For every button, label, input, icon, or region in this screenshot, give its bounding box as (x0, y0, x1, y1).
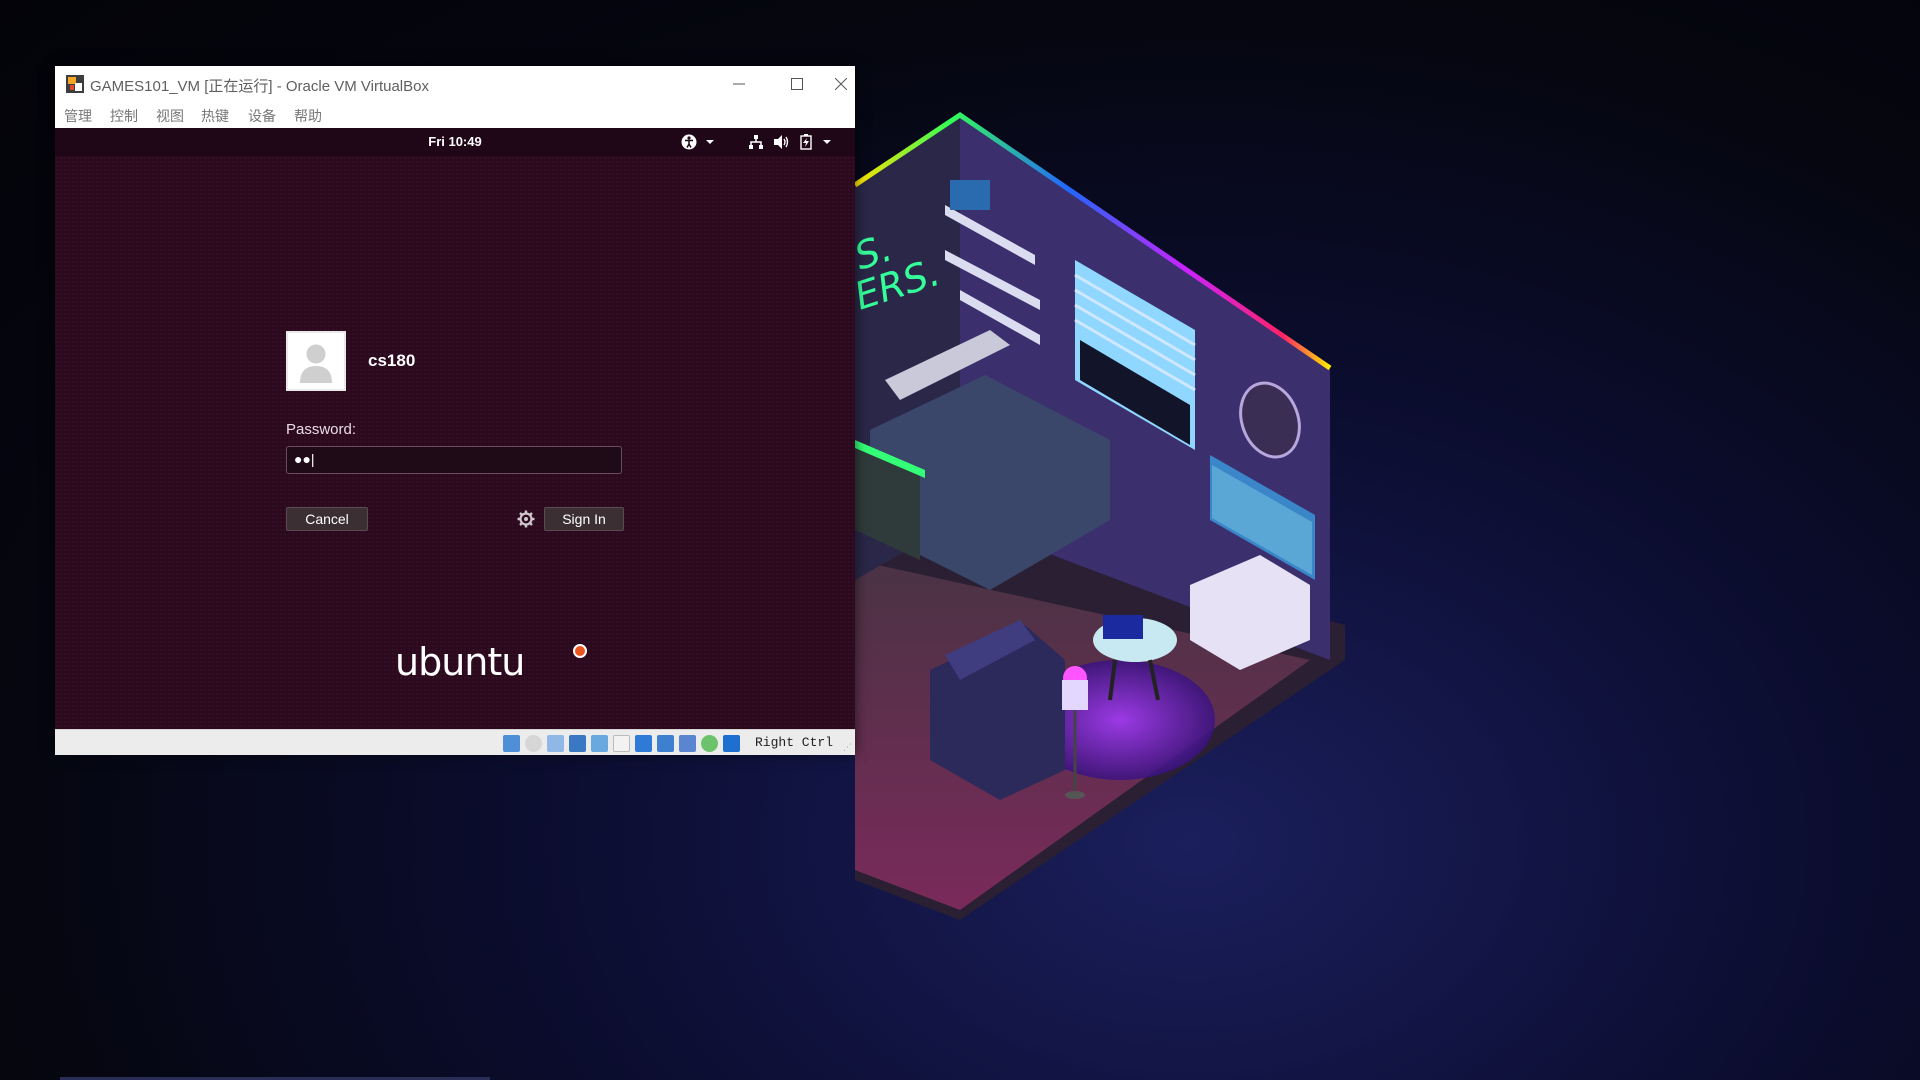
resize-grip-icon[interactable]: ⋰ (843, 742, 853, 752)
battery-icon (800, 134, 812, 150)
download-arrow-icon[interactable] (723, 735, 740, 752)
volume-icon[interactable] (773, 132, 791, 152)
window-title: GAMES101_VM [正在运行] - Oracle VM VirtualBo… (90, 78, 429, 95)
minimize-button[interactable] (710, 66, 768, 102)
menu-item-hotkeys[interactable]: 热键 (201, 106, 229, 126)
accessibility-menu[interactable] (681, 132, 717, 152)
gear-icon[interactable] (516, 509, 536, 529)
usb-icon[interactable] (591, 735, 608, 752)
video-capture-icon[interactable] (657, 735, 674, 752)
cancel-button[interactable]: Cancel (286, 507, 368, 531)
guest-display[interactable]: Fri 10:49 cs180 Password: ●●| Cancel Sig… (55, 128, 855, 729)
network-icon[interactable] (748, 132, 764, 152)
ubuntu-logo: ubuntu (395, 640, 525, 684)
network-adapter-icon[interactable] (569, 735, 586, 752)
status-bar: Right Ctrl ⋰ (55, 729, 855, 755)
password-input[interactable]: ●●| (286, 446, 622, 474)
chevron-down-icon (706, 140, 714, 144)
shared-folders-icon[interactable] (613, 735, 630, 752)
virtualization-icon[interactable] (679, 735, 696, 752)
virtualbox-window: GAMES101_VM [正在运行] - Oracle VM VirtualBo… (55, 66, 855, 755)
minimize-icon (733, 83, 745, 85)
hard-disk-icon[interactable] (503, 735, 520, 752)
close-icon (834, 78, 847, 90)
close-button[interactable] (826, 66, 855, 102)
menu-item-devices[interactable]: 设备 (248, 106, 276, 126)
username-label: cs180 (368, 351, 416, 370)
sign-in-button[interactable]: Sign In (544, 507, 624, 531)
menu-item-control[interactable]: 控制 (110, 106, 138, 126)
menu-item-manage[interactable]: 管理 (64, 106, 92, 126)
ubuntu-circle-of-friends-icon (573, 644, 587, 658)
title-bar[interactable]: GAMES101_VM [正在运行] - Oracle VM VirtualBo… (55, 66, 855, 102)
maximize-button[interactable] (768, 66, 826, 102)
clock[interactable]: Fri 10:49 (55, 134, 855, 149)
optical-drive-icon[interactable] (525, 735, 542, 752)
display-icon[interactable] (635, 735, 652, 752)
menu-bar: 管理 控制 视图 热键 设备 帮助 (55, 102, 855, 128)
user-icon (300, 344, 332, 383)
accessibility-icon (681, 134, 697, 150)
user-avatar (286, 331, 346, 391)
menu-item-help[interactable]: 帮助 (294, 106, 322, 126)
password-label: Password: (286, 421, 357, 438)
audio-icon[interactable] (547, 735, 564, 752)
guest-additions-icon[interactable] (701, 735, 718, 752)
power-menu[interactable] (800, 132, 834, 152)
menu-item-view[interactable]: 视图 (156, 106, 184, 126)
maximize-icon (791, 78, 803, 90)
host-key-label[interactable]: Right Ctrl (755, 735, 833, 750)
ubuntu-top-bar: Fri 10:49 (55, 128, 855, 156)
virtualbox-app-icon (66, 75, 84, 93)
chevron-down-icon (823, 140, 831, 144)
